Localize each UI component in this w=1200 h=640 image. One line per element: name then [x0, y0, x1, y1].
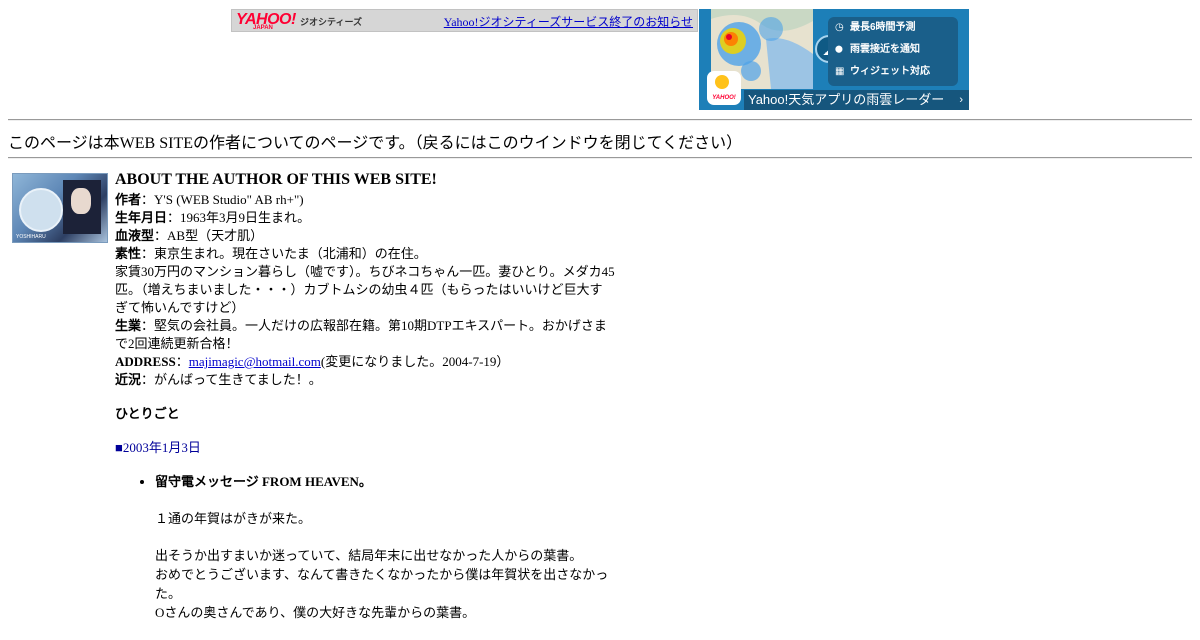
- email-link[interactable]: majimagic@hotmail.com: [189, 354, 321, 369]
- birthday-value: ：1963年3月9日生まれ。: [167, 210, 311, 225]
- ad-feature-forecast: ◷ 最長6時間予測: [828, 17, 958, 39]
- second-divider: [8, 157, 1192, 159]
- entry-paragraph: 出そうか出すまいか迷っていて、結局年末に出せなかった人からの葉書。 おめでとうご…: [155, 548, 609, 620]
- recent-label: 近況: [115, 372, 142, 387]
- portrait-face-graphic: [71, 188, 91, 214]
- job-label: 生業: [115, 318, 142, 333]
- weather-app-ad[interactable]: ☁ ◷最長6時間予測 ⬤雨雲接近を通知 ▦ウィジェット対応 YAHOO! Yah…: [699, 9, 969, 110]
- profile-title: ABOUT THE AUTHOR OF THIS WEB SITE!: [115, 171, 437, 188]
- location-pin-icon: ⬤: [835, 46, 843, 53]
- blood-type-row: 血液型：AB型（天才肌）: [115, 227, 615, 245]
- sun-icon: [715, 75, 729, 89]
- ad-feature-notify: ⬤ 雨雲接近を通知: [828, 39, 958, 61]
- yahoo-japan-logo[interactable]: YAHOO! JAPAN: [236, 11, 296, 31]
- blood-type-value: ：AB型（天才肌）: [154, 228, 264, 243]
- ad-cta-button[interactable]: Yahoo!天気アプリの雨雲レーダー ›: [744, 90, 969, 110]
- entry-body: １通の年賀はがきが来た。 出そうか出すまいか迷っていて、結局年末に出せなかった人…: [155, 509, 615, 622]
- thumbnail-caption: YOSHIHARU: [16, 234, 46, 240]
- chevron-right-icon: ›: [959, 94, 963, 106]
- author-row: 作者：Y'S (WEB Studio" AB rh+"): [115, 191, 615, 209]
- background-value: ：東京生まれ。現在さいたま（北浦和）の在住。: [141, 246, 427, 261]
- monologue-heading: ひとりごと: [115, 406, 180, 421]
- service-end-notice-link[interactable]: Yahoo!ジオシティーズサービス終了のお知らせ: [444, 13, 693, 30]
- entry-title: 留守電メッセージ FROM HEAVEN。: [155, 473, 615, 491]
- address-row: ADDRESS：majimagic@hotmail.com(変更になりました。2…: [115, 354, 510, 369]
- recent-row: 近況：がんばって生きてました！。: [115, 371, 615, 389]
- entry-list: 留守電メッセージ FROM HEAVEN。: [115, 473, 615, 491]
- background-label: 素性: [115, 246, 142, 261]
- geocities-banner: YAHOO! JAPAN ジオシティーズ Yahoo!ジオシティーズサービス終了…: [231, 9, 698, 32]
- birthday-row: 生年月日：1963年3月9日生まれ。: [115, 209, 615, 227]
- recent-value: ：がんばって生きてました！。: [141, 372, 322, 387]
- author-profile: ABOUT THE AUTHOR OF THIS WEB SITE! 作者：Y'…: [115, 170, 615, 640]
- ad-cta-label: Yahoo!天気アプリの雨雲レーダー: [748, 92, 945, 107]
- top-divider: [8, 119, 1192, 121]
- weather-app-icon: YAHOO!: [707, 71, 741, 105]
- clock-icon: ◷: [835, 22, 844, 33]
- address-label: ADDRESS: [115, 354, 176, 369]
- author-photo: YOSHIHARU: [12, 173, 108, 243]
- background-extra: 家賃30万円のマンション暮らし（嘘です）。ちびネコちゃん一匹。妻ひとり。メダカ4…: [115, 264, 615, 315]
- background-row: 素性：東京生まれ。現在さいたま（北浦和）の在住。: [115, 245, 615, 263]
- blood-type-label: 血液型: [115, 228, 155, 243]
- ad-feature-widget: ▦ ウィジェット対応: [828, 61, 958, 83]
- author-label: 作者: [115, 192, 142, 207]
- birthday-label: 生年月日: [115, 210, 168, 225]
- author-value: ：Y'S (WEB Studio" AB rh+"): [141, 192, 304, 207]
- job-value: ：堅気の会社員。一人だけの広報部在籍。第10期DTPエキスパート。おかげさまで2…: [115, 318, 607, 351]
- cd-disc-graphic: [19, 188, 63, 232]
- geocities-service-name: ジオシティーズ: [300, 17, 363, 27]
- address-note: (変更になりました。2004-7-19）: [320, 354, 510, 369]
- japan-logo-text: JAPAN: [253, 25, 273, 31]
- entry-paragraph: １通の年賀はがきが来た。: [155, 511, 312, 526]
- entry-date: ■2003年1月3日: [115, 440, 201, 455]
- page-note: このページは本WEB SITEの作者についてのページです。（戻るにはこのウインド…: [8, 135, 743, 152]
- widget-icon: ▦: [835, 66, 845, 77]
- ad-feature-list: ◷ 最長6時間予測 ⬤ 雨雲接近を通知 ▦ ウィジェット対応: [828, 17, 958, 86]
- job-row: 生業：堅気の会社員。一人だけの広報部在籍。第10期DTPエキスパート。おかげさま…: [115, 317, 615, 353]
